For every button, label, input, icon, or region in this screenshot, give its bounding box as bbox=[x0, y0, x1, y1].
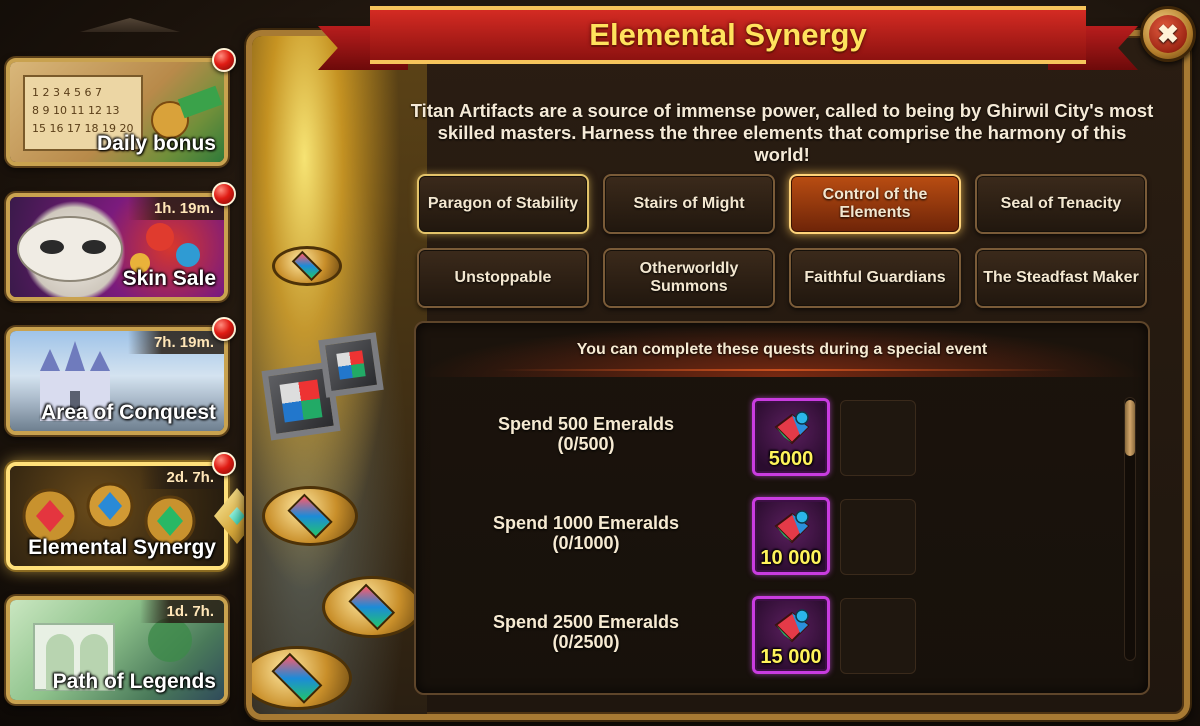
quest-list: You can complete these quests during a s… bbox=[414, 321, 1150, 695]
title-ribbon: Elemental Synergy bbox=[318, 0, 1138, 78]
event-card-daily-bonus[interactable]: 1 2 3 4 5 6 7 8 9 10 11 12 13 15 16 17 1… bbox=[6, 58, 228, 166]
svg-text:1 2 3 4 5 6 7: 1 2 3 4 5 6 7 bbox=[32, 86, 102, 99]
event-card-path-of-legends[interactable]: 1d. 7h. Path of Legends bbox=[6, 596, 228, 704]
ribbon-banner: Elemental Synergy bbox=[370, 6, 1086, 64]
event-timer: 1d. 7h. bbox=[140, 600, 224, 623]
tab-label: Otherworldly Summons bbox=[639, 260, 739, 295]
quest-progress: (0/500) bbox=[557, 434, 615, 454]
artifact-essence-icon bbox=[774, 411, 810, 445]
tab-unstoppable[interactable]: Unstoppable bbox=[417, 248, 589, 308]
quest-title: Spend 500 Emeralds bbox=[497, 414, 675, 434]
close-icon: ✖ bbox=[1149, 15, 1187, 53]
artifact-essence-icon bbox=[774, 510, 810, 544]
event-label: Area of Conquest bbox=[40, 401, 216, 424]
event-description: Titan Artifacts are a source of immense … bbox=[410, 100, 1154, 165]
tab-the-steadfast-maker[interactable]: The Steadfast Maker bbox=[975, 248, 1147, 308]
event-label: Elemental Synergy bbox=[28, 536, 216, 559]
event-timer: 7h. 19m. bbox=[127, 331, 224, 354]
notification-dot-icon bbox=[212, 182, 236, 206]
reward-slot[interactable]: 10 000 bbox=[752, 497, 830, 575]
quest-row: Spend 2500 Emeralds (0/2500) 15 000 bbox=[416, 596, 1116, 676]
tab-control-of-the-elements[interactable]: Control of the Elements bbox=[789, 174, 961, 234]
event-sidebar: 1 2 3 4 5 6 7 8 9 10 11 12 13 15 16 17 1… bbox=[0, 0, 260, 726]
tab-label: Stairs of Might bbox=[633, 195, 745, 212]
tab-faithful-guardians[interactable]: Faithful Guardians bbox=[789, 248, 961, 308]
tab-stairs-of-might[interactable]: Stairs of Might bbox=[603, 174, 775, 234]
scroll-up-arrow-icon[interactable] bbox=[80, 18, 180, 32]
scrollbar-thumb[interactable] bbox=[1125, 400, 1135, 456]
window-title: Elemental Synergy bbox=[589, 17, 867, 52]
tab-label: Paragon of Stability bbox=[427, 195, 579, 212]
quest-list-header: You can complete these quests during a s… bbox=[416, 323, 1148, 377]
quest-scrollbar[interactable] bbox=[1124, 397, 1136, 661]
quest-description: Spend 2500 Emeralds (0/2500) bbox=[456, 612, 716, 652]
event-label: Skin Sale bbox=[122, 267, 216, 290]
close-button[interactable]: ✖ bbox=[1140, 6, 1196, 62]
quest-row: Spend 1000 Emeralds (0/1000) 10 000 bbox=[416, 497, 1116, 577]
reward-amount: 10 000 bbox=[760, 547, 822, 569]
quest-description: Spend 1000 Emeralds (0/1000) bbox=[456, 513, 716, 553]
quest-progress: (0/2500) bbox=[552, 632, 620, 652]
quest-description: Spend 500 Emeralds (0/500) bbox=[456, 414, 716, 454]
reward-amount: 5000 bbox=[768, 448, 814, 470]
artifact-essence-icon bbox=[774, 609, 810, 643]
reward-amount: 15 000 bbox=[760, 646, 822, 668]
empty-reward-slot bbox=[840, 499, 916, 575]
tab-label: Seal of Tenacity bbox=[1000, 195, 1122, 212]
notification-dot-icon bbox=[212, 317, 236, 341]
empty-reward-slot bbox=[840, 598, 916, 674]
tab-otherworldly-summons[interactable]: Otherworldly Summons bbox=[603, 248, 775, 308]
reward-slot[interactable]: 15 000 bbox=[752, 596, 830, 674]
quest-title: Spend 2500 Emeralds bbox=[492, 612, 680, 632]
event-timer: 2d. 7h. bbox=[140, 466, 224, 489]
event-card-skin-sale[interactable]: 1h. 19m. Skin Sale bbox=[6, 193, 228, 301]
quest-progress: (0/1000) bbox=[552, 533, 620, 553]
quest-title: Spend 1000 Emeralds bbox=[492, 513, 680, 533]
tab-label: Faithful Guardians bbox=[804, 269, 946, 286]
notification-dot-icon bbox=[212, 452, 236, 476]
event-timer: 1h. 19m. bbox=[127, 197, 224, 220]
event-label: Daily bonus bbox=[96, 132, 216, 155]
tab-label: Unstoppable bbox=[454, 269, 552, 286]
empty-reward-slot bbox=[840, 400, 916, 476]
quest-row: Spend 500 Emeralds (0/500) 5000 bbox=[416, 398, 1116, 478]
tab-label: Control of the Elements bbox=[822, 186, 928, 221]
notification-dot-icon bbox=[212, 48, 236, 72]
tab-paragon-of-stability[interactable]: Paragon of Stability bbox=[417, 174, 589, 234]
svg-text:8 9 10 11 12 13: 8 9 10 11 12 13 bbox=[32, 104, 119, 117]
tab-label: The Steadfast Maker bbox=[983, 269, 1139, 286]
artifact-treasure-art bbox=[252, 36, 427, 714]
tab-seal-of-tenacity[interactable]: Seal of Tenacity bbox=[975, 174, 1147, 234]
event-card-elemental-synergy[interactable]: 2d. 7h. Elemental Synergy bbox=[6, 462, 228, 570]
reward-slot[interactable]: 5000 bbox=[752, 398, 830, 476]
event-label: Path of Legends bbox=[52, 670, 216, 693]
event-card-area-of-conquest[interactable]: 7h. 19m. Area of Conquest bbox=[6, 327, 228, 435]
